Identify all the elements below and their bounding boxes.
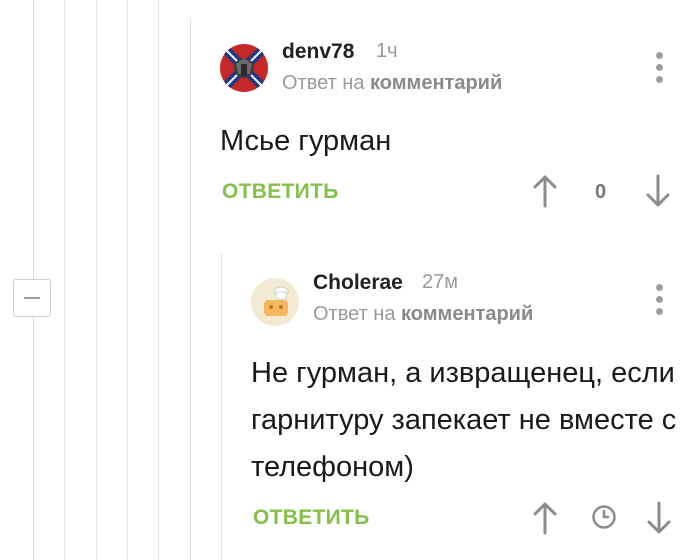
author-name[interactable]: Cholerae xyxy=(313,271,403,295)
reply-button[interactable]: ОТВЕТИТЬ xyxy=(253,506,370,530)
comment-body: Не гурман, а извращенец, если гарнитуру … xyxy=(251,357,677,483)
comment: denv78 1ч Ответ на комментарий Мсье гурм… xyxy=(190,18,700,560)
chef-avatar-icon xyxy=(251,278,299,326)
reply-to-prefix: Ответ на xyxy=(313,303,396,325)
minus-icon xyxy=(24,297,40,299)
collapse-thread-button[interactable] xyxy=(13,279,51,317)
comment-body: Мсье гурман xyxy=(220,125,392,157)
arrow-up-icon[interactable] xyxy=(531,500,559,536)
comment-time: 1ч xyxy=(376,40,398,62)
reply-to-link[interactable]: комментарий xyxy=(370,72,502,94)
arrow-down-icon[interactable] xyxy=(645,500,673,536)
thread-line xyxy=(190,18,191,560)
thread-line xyxy=(127,0,128,560)
vote-score: 0 xyxy=(595,181,607,203)
thread-line xyxy=(64,0,65,560)
more-options-icon[interactable] xyxy=(655,52,663,83)
avatar[interactable] xyxy=(220,44,268,92)
thread-line xyxy=(96,0,97,560)
reply-button[interactable]: ОТВЕТИТЬ xyxy=(222,180,339,204)
flag-emblem-avatar-icon xyxy=(220,44,268,92)
comment-time: 27м xyxy=(422,271,458,293)
reply-to-line: Ответ на комментарий xyxy=(282,72,502,95)
clock-icon xyxy=(592,505,616,529)
more-options-icon[interactable] xyxy=(655,284,663,315)
thread-line xyxy=(221,252,222,560)
avatar[interactable] xyxy=(251,278,299,326)
arrow-down-icon[interactable] xyxy=(644,173,672,209)
reply-to-line: Ответ на комментарий xyxy=(313,303,533,326)
arrow-up-icon[interactable] xyxy=(531,173,559,209)
reply-to-prefix: Ответ на xyxy=(282,72,365,94)
author-name[interactable]: denv78 xyxy=(282,40,354,64)
thread-line xyxy=(158,0,159,560)
comment: Cholerae 27м Ответ на комментарий Не гур… xyxy=(221,252,700,560)
reply-to-link[interactable]: комментарий xyxy=(401,303,533,325)
